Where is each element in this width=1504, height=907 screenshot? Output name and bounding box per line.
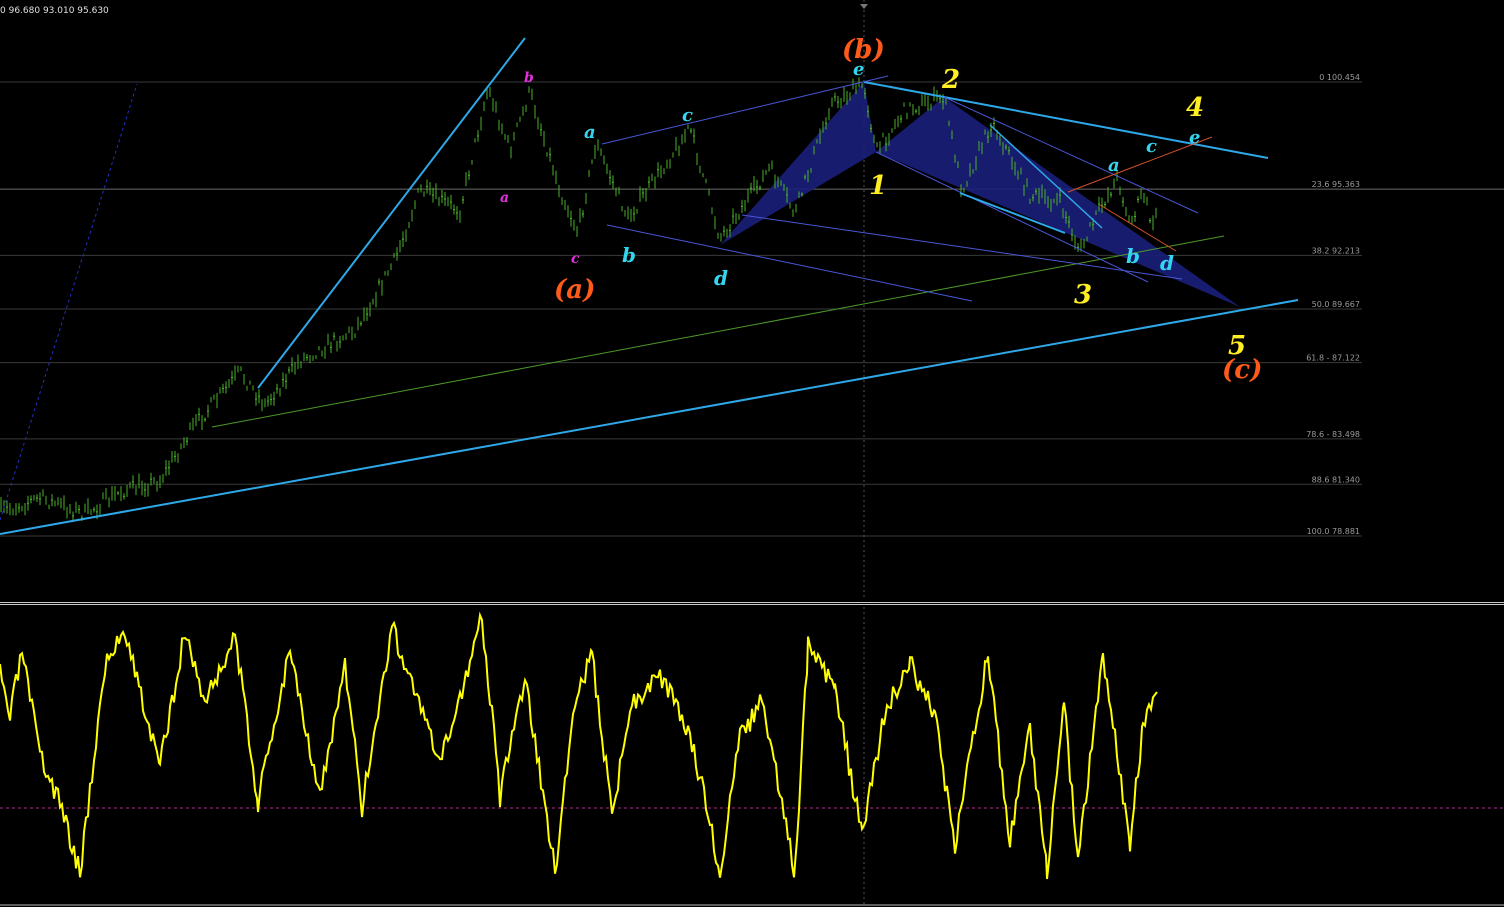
trendline-green-support xyxy=(211,235,1225,428)
wave-label-4: 4 xyxy=(1186,93,1204,123)
fib-label-61.8: 61.8 - 87.122 xyxy=(1306,354,1360,363)
wave-label-small-a-magenta: a xyxy=(500,190,509,206)
fib-label-23.6: 23.6 95.363 xyxy=(1312,180,1360,189)
wave-label-1: 1 xyxy=(869,171,887,201)
wave-label-cyan-e-top: e xyxy=(853,59,864,80)
triangle-b-wave xyxy=(720,82,876,245)
wave-label-2: 2 xyxy=(941,65,960,95)
wave-label-cyan-b-right: b xyxy=(1126,244,1140,268)
trendline-rally-channel[interactable] xyxy=(257,37,526,389)
trendline-dotted-steep xyxy=(0,83,138,521)
wave-label-cyan-a-right: a xyxy=(1108,155,1120,176)
fib-label-78.6: 78.6 - 83.498 xyxy=(1306,430,1360,439)
chart-window[interactable]: 0 100.454 23.6 95.363 38.2 92.213 50.0 89.6… xyxy=(0,0,1504,907)
wave-label-cyan-b-left: b xyxy=(622,243,636,267)
wave-label-cyan-e-right: e xyxy=(1189,127,1200,148)
ohlc-readout: 0 96.680 93.010 95.630 xyxy=(0,6,109,16)
wave-label-small-c-magenta: c xyxy=(571,251,580,267)
fib-label-88.6: 88.6 81.340 xyxy=(1312,475,1360,484)
wave-label-cyan-d-left: d xyxy=(714,266,728,290)
wave-label-cyan-c-left: c xyxy=(682,105,693,126)
oscillator-pane[interactable] xyxy=(0,607,1504,907)
wave-label-cyan-d-right: d xyxy=(1160,251,1174,275)
wave-label-3: 3 xyxy=(1074,280,1092,310)
wave-label-5: 5 xyxy=(1228,331,1246,361)
fib-label-0: 0 100.454 xyxy=(1319,73,1360,82)
oscillator-line xyxy=(0,611,1158,880)
trendline-lower-support[interactable] xyxy=(0,299,1299,535)
fib-label-50.0: 50.0 89.667 xyxy=(1312,300,1360,309)
wave-label-cyan-c-right: c xyxy=(1146,136,1157,157)
fib-label-38.2: 38.2 92.213 xyxy=(1312,246,1360,255)
fibonacci-retracement[interactable] xyxy=(0,81,1504,537)
fibonacci-labels: 0 100.454 23.6 95.363 38.2 92.213 50.0 89.6… xyxy=(1306,73,1360,536)
wave-label-small-b-magenta: b xyxy=(524,70,534,86)
wave-label-cyan-a-left: a xyxy=(584,122,596,143)
channel-blue-lower-left xyxy=(606,224,973,302)
price-chart-pane[interactable]: 0 100.454 23.6 95.363 38.2 92.213 50.0 89.6… xyxy=(0,0,1504,600)
crosshair-top-marker xyxy=(860,4,868,9)
fib-label-100.0: 100.0 78.881 xyxy=(1307,527,1360,536)
pane-divider[interactable] xyxy=(0,602,1504,605)
wave-label-a-paren: (a) xyxy=(554,275,595,305)
triangle-c-wave xyxy=(876,97,1240,307)
